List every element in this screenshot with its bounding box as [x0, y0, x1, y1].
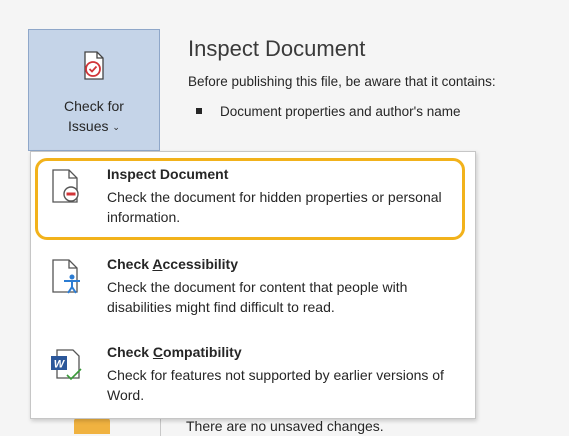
title-part: Check: [107, 344, 153, 360]
menu-item-description: Check for features not supported by earl…: [107, 367, 444, 403]
menu-item-check-compatibility[interactable]: W Check Compatibility Check for features…: [31, 334, 477, 420]
section-description: Before publishing this file, be aware th…: [188, 74, 496, 89]
backstage-view: Check for Issues ⌄ Inspect Document Befo…: [0, 0, 569, 436]
access-key: A: [152, 256, 163, 272]
accessibility-icon: [52, 259, 80, 294]
check-for-issues-menu: Inspect Document Check the document for …: [30, 151, 476, 419]
title-part: ccessibility: [162, 256, 239, 272]
menu-item-description: Check the document for hidden properties…: [107, 189, 442, 225]
menu-item-description: Check the document for content that peop…: [107, 279, 408, 315]
menu-item-title: Check Accessibility: [107, 256, 238, 272]
section-title: Inspect Document: [188, 36, 366, 61]
word-compatibility-icon: W: [51, 349, 82, 381]
bullet-square-icon: [196, 108, 202, 115]
menu-item-title: Inspect Document: [107, 166, 229, 182]
check-for-issues-line1: Check for: [64, 98, 124, 114]
title-part: ompatibility: [163, 344, 242, 360]
check-for-issues-label: Check for Issues ⌄: [29, 96, 159, 138]
title-part: Check: [107, 256, 153, 272]
inspect-document-icon: [52, 169, 79, 203]
menu-item-check-accessibility[interactable]: Check Accessibility Check the document f…: [31, 246, 477, 332]
bullet-text: Document properties and author's name: [220, 104, 461, 119]
check-for-issues-button[interactable]: Check for Issues ⌄: [28, 29, 160, 151]
chevron-down-icon: ⌄: [112, 122, 120, 132]
menu-item-inspect-document[interactable]: Inspect Document Check the document for …: [31, 156, 477, 242]
menu-item-title: Check Compatibility: [107, 344, 242, 360]
access-key: C: [152, 344, 164, 360]
document-check-icon: [84, 51, 104, 80]
svg-text:W: W: [54, 359, 66, 371]
bullet-item: Document properties and author's name: [196, 104, 460, 119]
check-for-issues-line2: Issues: [68, 118, 109, 134]
check-for-issues-line2-wrap: Issues ⌄: [29, 116, 159, 138]
